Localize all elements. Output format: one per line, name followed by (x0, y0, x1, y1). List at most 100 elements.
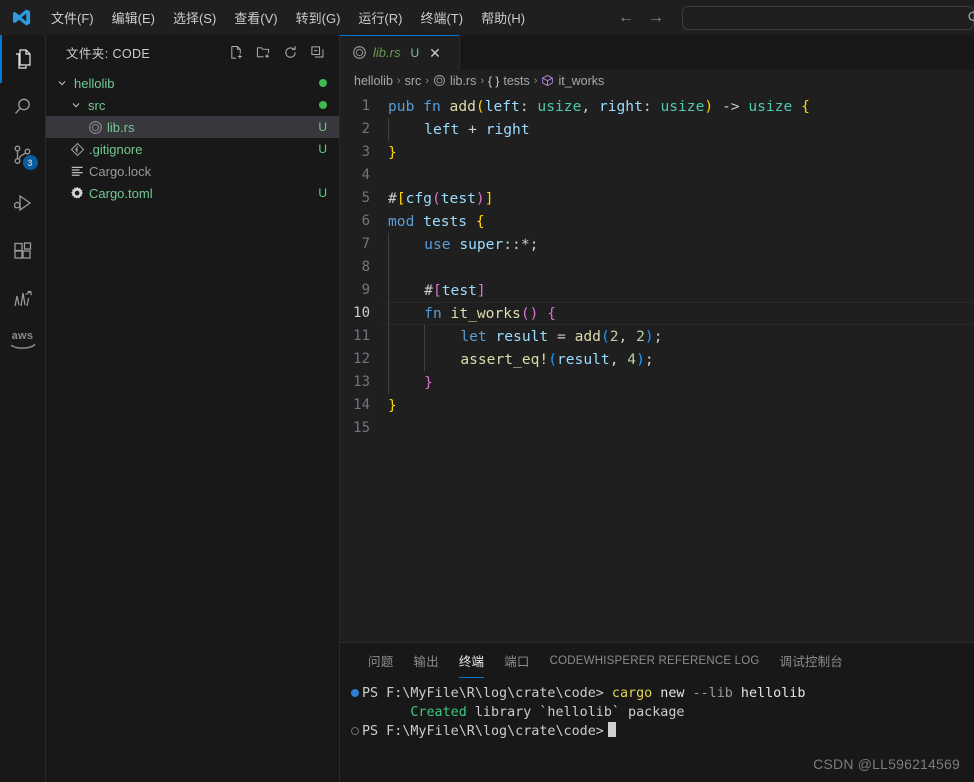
line-number: 6 (361, 213, 370, 229)
aws-label: aws (11, 330, 34, 342)
line-number: 9 (361, 282, 370, 298)
breadcrumb-item-it-works[interactable]: it_works (541, 74, 604, 88)
terminal-output-indent (362, 703, 410, 722)
activity-source-control[interactable]: 3 (0, 131, 46, 179)
menu-goto[interactable]: 转到(G) (287, 5, 350, 30)
menu-view[interactable]: 查看(V) (225, 5, 286, 30)
line-number: 1 (361, 98, 370, 114)
new-folder-icon[interactable] (256, 45, 271, 60)
folder-modified-dot (319, 101, 327, 109)
menu-edit[interactable]: 编辑(E) (103, 5, 164, 30)
tab-git-status: U (410, 45, 420, 60)
panel-tab-ports[interactable]: 端口 (494, 643, 539, 678)
line-number: 11 (353, 328, 370, 344)
terminal-prompt: PS F:\MyFile\R\log\crate\code> (362, 724, 604, 739)
line-number: 13 (353, 374, 370, 390)
tab-lib-rs[interactable]: lib.rs U ✕ (340, 35, 460, 70)
code-line-1: 1 pub fn add(left: usize, right: usize) … (340, 95, 974, 118)
breadcrumb-item-src[interactable]: src (405, 74, 422, 88)
terminal-cursor (607, 722, 616, 737)
collapse-all-icon[interactable] (310, 45, 325, 60)
git-status-badge: U (318, 186, 327, 200)
breadcrumb-item-hellolib[interactable]: hellolib (354, 74, 393, 88)
menu-run[interactable]: 运行(R) (349, 5, 411, 30)
line-text: mod tests { (388, 213, 485, 230)
chevron-down-icon[interactable] (68, 99, 84, 111)
terminal-prompt: PS F:\MyFile\R\log\crate\code> (362, 686, 604, 701)
code-line-4: 4 (340, 164, 974, 187)
tree-label: Cargo.lock (89, 163, 152, 179)
lock-lines-icon (68, 164, 86, 179)
menu-help[interactable]: 帮助(H) (472, 5, 534, 30)
breadcrumb-item-tests[interactable]: { } tests (488, 74, 530, 88)
terminal-arg1: new (660, 686, 685, 701)
activity-aws[interactable]: aws (10, 331, 36, 349)
tree-row-src[interactable]: src (46, 94, 339, 116)
activity-search[interactable] (0, 83, 46, 131)
aws-smile-icon (10, 343, 35, 349)
code-line-14: 14 } (340, 394, 974, 417)
panel-tab-codewhisperer[interactable]: CODEWHISPERER REFERENCE LOG (540, 643, 770, 678)
line-number: 7 (361, 236, 370, 252)
tree-row-lib-rs[interactable]: lib.rs U (46, 116, 339, 138)
panel-tab-problems[interactable]: 问题 (358, 643, 403, 678)
tabs-empty-space (460, 35, 974, 70)
code-line-9: 9 #[test] (340, 279, 974, 302)
breadcrumb-separator: › (425, 75, 429, 87)
menu-selection[interactable]: 选择(S) (164, 5, 225, 30)
line-number: 5 (361, 190, 370, 206)
tree-row-cargo-lock[interactable]: Cargo.lock (46, 160, 339, 182)
menu-file[interactable]: 文件(F) (42, 5, 103, 30)
panel-tab-debug-console[interactable]: 调试控制台 (770, 643, 854, 678)
breadcrumb-label: hellolib (354, 74, 393, 88)
git-status-badge: U (318, 142, 327, 156)
tree-row-cargo-toml[interactable]: Cargo.toml U (46, 182, 339, 204)
navigate-forward-icon[interactable]: → (648, 9, 664, 26)
line-text: use super::*; (388, 233, 538, 256)
method-cube-icon (541, 74, 554, 88)
line-text: } (388, 371, 433, 394)
activity-testing[interactable] (0, 275, 46, 323)
tree-label: .gitignore (89, 141, 143, 157)
new-file-icon[interactable] (229, 45, 244, 60)
tree-label: lib.rs (107, 119, 135, 135)
breadcrumb-label: src (404, 74, 422, 88)
editor-tabs: lib.rs U ✕ (340, 35, 974, 70)
line-text: } (388, 397, 397, 414)
chevron-down-icon[interactable] (54, 77, 70, 89)
breadcrumb: hellolib › src › lib.rs › {} tests › it… (340, 70, 974, 92)
panel-tab-output[interactable]: 输出 (403, 643, 448, 678)
breadcrumb-separator: › (396, 75, 401, 87)
close-icon[interactable]: ✕ (427, 44, 443, 62)
rust-file-icon (86, 120, 104, 135)
tree-row-gitignore[interactable]: .gitignore U (46, 138, 339, 160)
code-line-5: 5 #[cfg(test)] (340, 187, 974, 210)
code-editor[interactable]: 1 pub fn add(left: usize, right: usize) … (340, 92, 974, 642)
code-line-12: 12 assert_eq!(result, 4); (340, 348, 974, 371)
activity-run-debug[interactable] (0, 179, 46, 227)
rust-file-icon (352, 45, 367, 61)
line-number: 14 (353, 397, 370, 413)
navigate-back-icon[interactable]: ← (618, 9, 634, 26)
menu-bar: 文件(F) 编辑(E) 选择(S) 查看(V) 转到(G) 运行(R) 终端(T… (42, 5, 534, 30)
title-bar: 文件(F) 编辑(E) 选择(S) 查看(V) 转到(G) 运行(R) 终端(T… (0, 0, 974, 35)
tree-label: hellolib (74, 75, 115, 91)
breadcrumb-item-lib-rs[interactable]: lib.rs (433, 74, 476, 88)
terminal-line-output: Created library `hellolib` package (348, 703, 974, 722)
explorer-header: 文件夹: CODE (46, 35, 339, 70)
activity-extensions[interactable] (0, 227, 46, 275)
watermark: CSDN @LL596214569 (813, 756, 960, 772)
terminal-line-prompt: PS F:\MyFile\R\log\crate\code> (348, 722, 974, 741)
panel-tab-terminal[interactable]: 终端 (449, 643, 494, 678)
git-file-icon (68, 142, 86, 157)
editor-group: lib.rs U ✕ hellolib › src › lib.rs › {}… (340, 35, 974, 782)
breadcrumb-separator: › (533, 75, 538, 87)
tree-row-hellolib[interactable]: hellolib (46, 72, 339, 94)
line-number: 2 (361, 121, 370, 137)
menu-terminal[interactable]: 终端(T) (411, 5, 472, 30)
terminal-created: Created (410, 705, 467, 720)
activity-explorer[interactable] (0, 35, 46, 83)
command-center-input[interactable] (682, 5, 974, 30)
line-text: fn it_works() { (388, 302, 556, 325)
refresh-icon[interactable] (283, 45, 298, 60)
